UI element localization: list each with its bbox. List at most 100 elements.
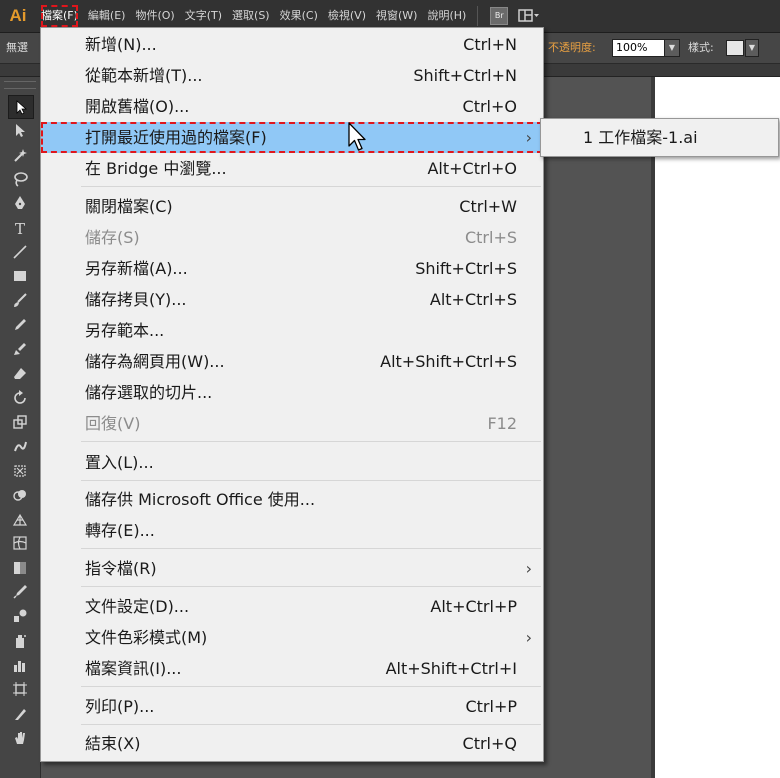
menu-item-shortcut: F12 xyxy=(487,414,517,433)
style-swatch[interactable] xyxy=(726,40,744,56)
menu-item-label: 儲存供 Microsoft Office 使用... xyxy=(85,490,316,509)
menu-item-new[interactable]: 新增(N)... Ctrl+N xyxy=(41,29,543,60)
bridge-button[interactable]: Br xyxy=(488,7,510,25)
type-tool-icon: T xyxy=(15,220,25,236)
menu-item-label: 儲存(S) xyxy=(85,228,140,247)
rotate-tool-icon xyxy=(14,389,26,404)
mesh-tool-button[interactable] xyxy=(8,532,32,554)
menu-item-open[interactable]: 開啟舊檔(O)... Ctrl+O xyxy=(41,91,543,122)
style-label: 樣式: xyxy=(688,41,714,54)
menu-item-browse-in-bridge[interactable]: 在 Bridge 中瀏覽... Alt+Ctrl+O xyxy=(41,153,543,184)
menu-item-shortcut: Alt+Shift+Ctrl+I xyxy=(385,659,517,678)
artboard-tool-icon xyxy=(13,682,27,697)
menu-item-exit[interactable]: 結束(X) Ctrl+Q xyxy=(41,728,543,759)
eyedropper-tool-button[interactable] xyxy=(8,581,32,603)
menu-separator xyxy=(81,686,541,687)
arrange-documents-button[interactable] xyxy=(518,7,540,25)
menu-item-open-recent[interactable]: 打開最近使用過的檔案(F) › xyxy=(41,122,543,153)
symbol-sprayer-tool-icon xyxy=(16,634,26,648)
rotate-tool-button[interactable] xyxy=(8,387,32,409)
shape-builder-tool-button[interactable] xyxy=(8,484,32,506)
hand-tool-button[interactable] xyxy=(8,727,32,749)
menu-item-close[interactable]: 關閉檔案(C) Ctrl+W xyxy=(41,191,543,222)
menu-item-export[interactable]: 轉存(E)... xyxy=(41,515,543,546)
menu-item-save-for-web[interactable]: 儲存為網頁用(W)... Alt+Shift+Ctrl+S xyxy=(41,346,543,377)
selection-tool-icon xyxy=(16,100,28,115)
scale-tool-button[interactable] xyxy=(8,411,32,433)
blend-tool-icon xyxy=(14,609,27,623)
type-tool-button[interactable]: T xyxy=(8,217,32,239)
perspective-grid-tool-button[interactable] xyxy=(8,508,32,530)
menu-item-label: 另存範本... xyxy=(85,321,165,340)
pen-tool-button[interactable] xyxy=(8,192,32,214)
blob-brush-tool-button[interactable] xyxy=(8,338,32,360)
paintbrush-tool-icon xyxy=(14,293,27,308)
panel-grip[interactable] xyxy=(4,81,36,89)
opacity-label[interactable]: 不透明度: xyxy=(548,33,596,63)
chevron-right-icon: › xyxy=(525,628,532,647)
warp-tool-button[interactable] xyxy=(8,435,32,457)
menu-item-scripts[interactable]: 指令檔(R) › xyxy=(41,553,543,584)
selection-tool-button[interactable] xyxy=(8,95,34,119)
style-dropdown-button[interactable]: ▼ xyxy=(745,39,759,57)
gradient-tool-button[interactable] xyxy=(8,557,32,579)
mouse-pointer-icon xyxy=(348,122,366,151)
slice-tool-button[interactable] xyxy=(8,703,32,725)
menu-separator xyxy=(81,548,541,549)
menu-item-file-info[interactable]: 檔案資訊(I)... Alt+Shift+Ctrl+I xyxy=(41,653,543,684)
menu-item-place[interactable]: 置入(L)... xyxy=(41,447,543,478)
menu-item-label: 儲存為網頁用(W)... xyxy=(85,352,225,371)
menu-item-shortcut: Ctrl+W xyxy=(459,197,517,216)
menu-item-save-as[interactable]: 另存新檔(A)... Shift+Ctrl+S xyxy=(41,253,543,284)
blend-tool-button[interactable] xyxy=(8,605,32,627)
menu-item-save-copy[interactable]: 儲存拷貝(Y)... Alt+Ctrl+S xyxy=(41,284,543,315)
menu-item-save-as-template[interactable]: 另存範本... xyxy=(41,315,543,346)
menu-item-print[interactable]: 列印(P)... Ctrl+P xyxy=(41,691,543,722)
triangle-down-icon: ▼ xyxy=(748,43,756,52)
lasso-tool-icon xyxy=(14,172,28,187)
menu-item-shortcut: Ctrl+N xyxy=(463,35,517,54)
menu-item-label: 結束(X) xyxy=(85,734,141,753)
menu-item-shortcut: Alt+Ctrl+P xyxy=(430,597,517,616)
triangle-down-icon: ▼ xyxy=(668,43,676,52)
column-graph-tool-button[interactable] xyxy=(8,654,32,676)
paintbrush-tool-button[interactable] xyxy=(8,289,32,311)
mesh-tool-icon xyxy=(13,536,27,550)
recent-file-label: 1 工作檔案-1.ai xyxy=(583,128,698,147)
tools-panel: T xyxy=(0,77,41,778)
menu-item-label: 從範本新增(T)... xyxy=(85,66,203,85)
opacity-dropdown-button[interactable]: ▼ xyxy=(664,39,680,57)
artboard-tool-button[interactable] xyxy=(8,678,32,700)
eyedropper-tool-icon xyxy=(13,585,27,599)
menu-separator xyxy=(81,724,541,725)
menu-item-document-color-mode[interactable]: 文件色彩模式(M) › xyxy=(41,622,543,653)
free-transform-tool-button[interactable] xyxy=(8,460,32,482)
menu-item-label: 另存新檔(A)... xyxy=(85,259,188,278)
menu-item-label: 在 Bridge 中瀏覽... xyxy=(85,159,227,178)
recent-file-item[interactable]: 1 工作檔案-1.ai xyxy=(541,122,778,153)
rectangle-tool-icon xyxy=(14,271,26,282)
lasso-tool-button[interactable] xyxy=(8,168,32,190)
menu-item-shortcut: Ctrl+S xyxy=(464,228,517,247)
menu-item-new-from-template[interactable]: 從範本新增(T)... Shift+Ctrl+N xyxy=(41,60,543,91)
menu-item-shortcut: Ctrl+Q xyxy=(462,734,517,753)
rectangle-tool-button[interactable] xyxy=(8,265,32,287)
magic-wand-tool-button[interactable] xyxy=(8,144,32,166)
warp-tool-icon xyxy=(14,441,27,452)
artboard[interactable] xyxy=(655,77,780,778)
menubar-divider xyxy=(477,6,479,26)
symbol-sprayer-tool-button[interactable] xyxy=(8,630,32,652)
menu-item-label: 打開最近使用過的檔案(F) xyxy=(85,128,267,147)
opacity-input[interactable]: 100% xyxy=(612,39,669,57)
eraser-tool-button[interactable] xyxy=(8,362,32,384)
menu-separator xyxy=(81,586,541,587)
menu-item-save-selected-slices[interactable]: 儲存選取的切片... xyxy=(41,377,543,408)
line-tool-button[interactable] xyxy=(8,241,32,263)
menu-item-save-for-office[interactable]: 儲存供 Microsoft Office 使用... xyxy=(41,484,543,515)
menu-item-label: 儲存選取的切片... xyxy=(85,383,213,402)
direct-selection-tool-button[interactable] xyxy=(8,119,32,141)
menu-item-save: 儲存(S) Ctrl+S xyxy=(41,222,543,253)
perspective-grid-tool-icon xyxy=(12,513,28,526)
pencil-tool-button[interactable] xyxy=(8,314,32,336)
menu-item-document-setup[interactable]: 文件設定(D)... Alt+Ctrl+P xyxy=(41,591,543,622)
